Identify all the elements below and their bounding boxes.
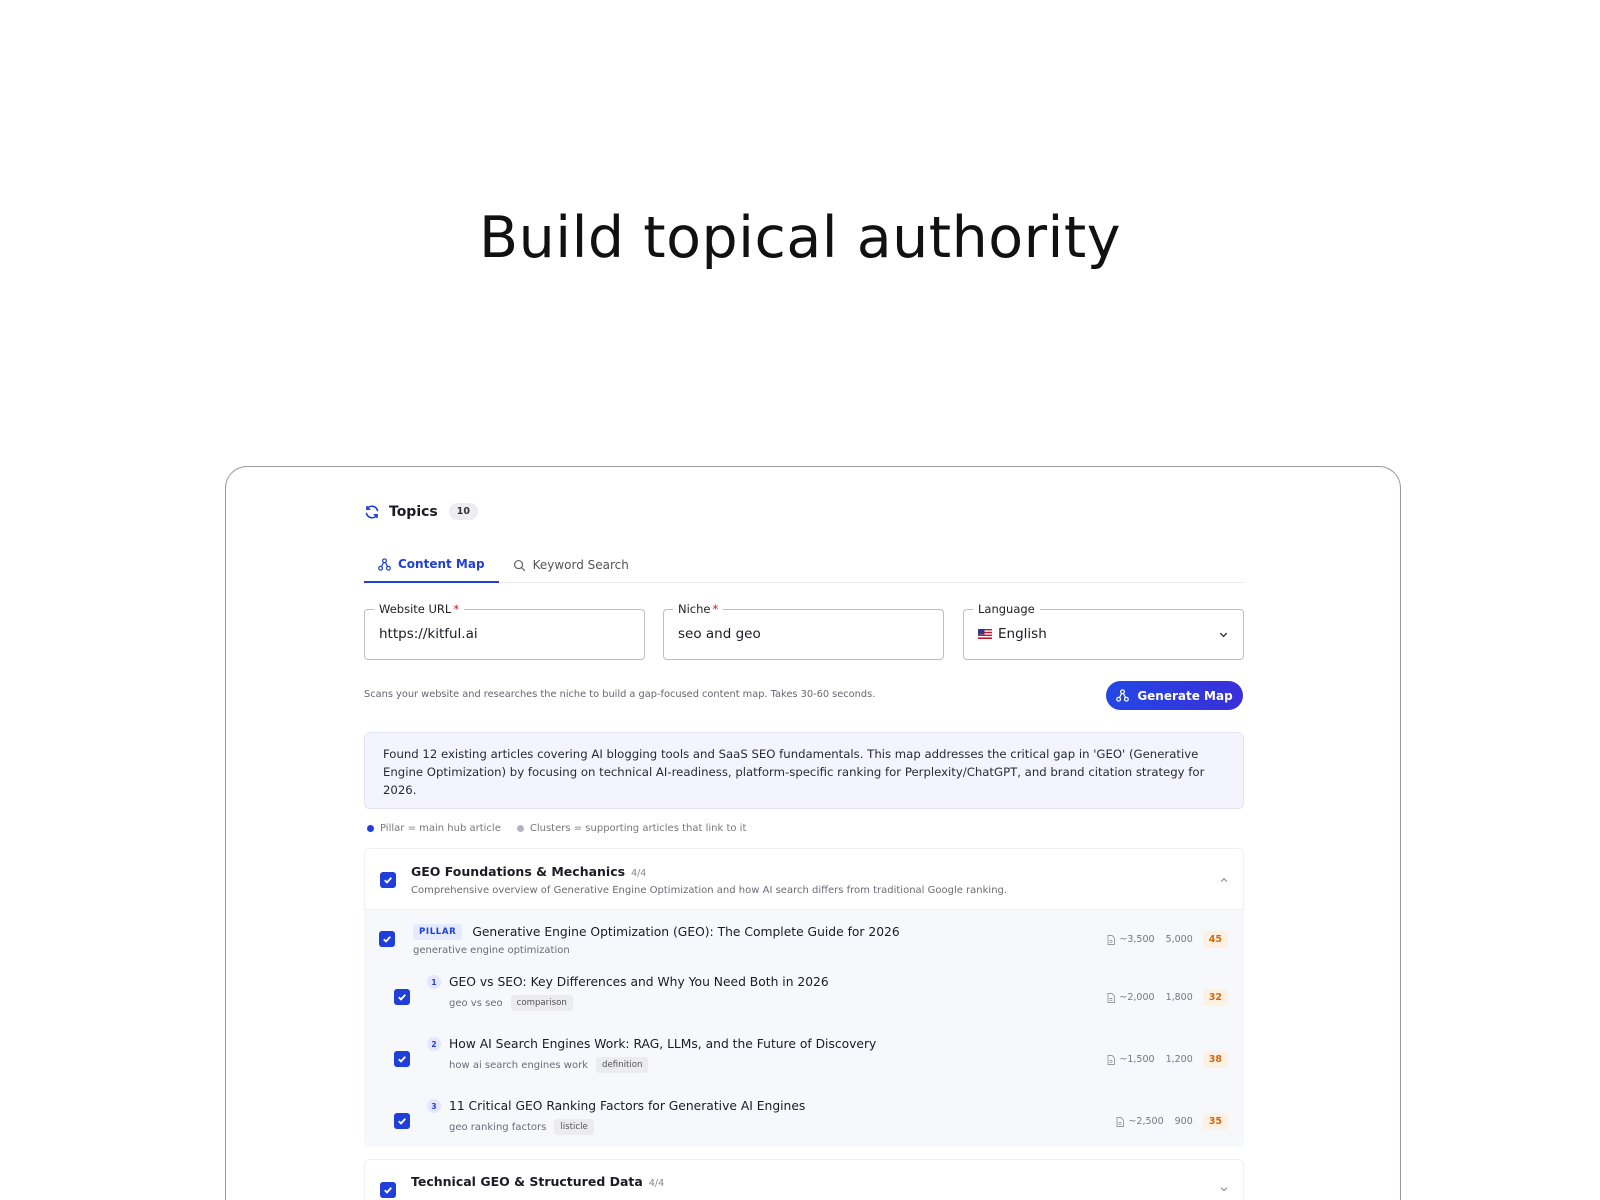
topics-panel: Topics 10 Content Map Keyword Search Web… bbox=[343, 481, 1248, 1200]
search-volume: 1,800 bbox=[1165, 992, 1193, 1003]
generate-map-button[interactable]: Generate Map bbox=[1106, 681, 1243, 710]
pillar-metrics: ~3,500 5,000 45 bbox=[1107, 931, 1228, 948]
cluster-keyword: geo ranking factors listicle bbox=[449, 1119, 594, 1135]
tab-keyword-search[interactable]: Keyword Search bbox=[499, 547, 643, 583]
difficulty-score: 32 bbox=[1202, 989, 1228, 1006]
cluster-title: How AI Search Engines Work: RAG, LLMs, a… bbox=[449, 1037, 877, 1051]
pillar-dot-icon bbox=[367, 825, 374, 832]
group-title: GEO Foundations & Mechanics 4/4 bbox=[411, 864, 647, 879]
sitemap-icon bbox=[1116, 689, 1130, 702]
word-count: ~2,000 bbox=[1119, 992, 1155, 1003]
language-value: English bbox=[978, 626, 1047, 642]
cluster-metrics: ~2,000 1,800 32 bbox=[1107, 989, 1228, 1006]
pillar-tag: PILLAR bbox=[413, 924, 463, 940]
analysis-summary: Found 12 existing articles covering AI b… bbox=[364, 732, 1244, 809]
tab-bar: Content Map Keyword Search bbox=[364, 547, 1244, 583]
article-checkbox[interactable] bbox=[379, 931, 395, 947]
generate-hint: Scans your website and researches the ni… bbox=[364, 689, 876, 700]
search-icon bbox=[513, 559, 525, 571]
topics-count-badge: 10 bbox=[448, 503, 478, 520]
word-count: ~3,500 bbox=[1119, 934, 1155, 945]
check-icon bbox=[398, 994, 406, 1001]
cluster-article-row[interactable]: 3 11 Critical GEO Ranking Factors for Ge… bbox=[364, 1087, 1244, 1147]
document-icon bbox=[1107, 992, 1116, 1003]
tab-content-map-label: Content Map bbox=[398, 557, 485, 571]
legend-pillar: Pillar = main hub article bbox=[367, 823, 501, 834]
word-count: ~2,500 bbox=[1128, 1116, 1164, 1127]
chevron-down-icon[interactable] bbox=[1218, 629, 1229, 640]
group-title: Technical GEO & Structured Data 4/4 bbox=[411, 1174, 665, 1189]
search-volume: 1,200 bbox=[1165, 1054, 1193, 1065]
article-checkbox[interactable] bbox=[394, 989, 410, 1005]
topics-header: Topics 10 bbox=[364, 503, 478, 520]
cluster-title: 11 Critical GEO Ranking Factors for Gene… bbox=[449, 1099, 806, 1113]
cluster-keyword: how ai search engines work definition bbox=[449, 1057, 649, 1073]
chevron-up-icon[interactable] bbox=[1219, 875, 1229, 885]
cluster-metrics: ~2,500 900 35 bbox=[1116, 1113, 1228, 1130]
cluster-dot-icon bbox=[516, 825, 524, 832]
generate-map-label: Generate Map bbox=[1137, 688, 1233, 703]
tab-content-map[interactable]: Content Map bbox=[364, 547, 499, 583]
niche-field[interactable]: Niche * seo and geo bbox=[663, 602, 944, 660]
content-type-tag: listicle bbox=[554, 1119, 594, 1135]
article-checkbox[interactable] bbox=[394, 1051, 410, 1067]
topic-group: GEO Foundations & Mechanics 4/4 Comprehen… bbox=[364, 848, 1244, 1147]
content-type-tag: comparison bbox=[510, 995, 573, 1011]
language-label: Language bbox=[973, 602, 1040, 616]
group-checkbox[interactable] bbox=[380, 872, 396, 888]
pillar-title: PILLAR Generative Engine Optimization (G… bbox=[413, 924, 900, 940]
search-volume: 900 bbox=[1174, 1116, 1193, 1127]
app-window: Topics 10 Content Map Keyword Search Web… bbox=[225, 466, 1401, 1200]
topics-title: Topics bbox=[389, 503, 438, 520]
cluster-title: GEO vs SEO: Key Differences and Why You … bbox=[449, 975, 829, 989]
difficulty-score: 45 bbox=[1202, 931, 1228, 948]
article-list: PILLAR Generative Engine Optimization (G… bbox=[364, 910, 1244, 1147]
legend: Pillar = main hub article Clusters = sup… bbox=[367, 823, 762, 834]
word-count: ~1,500 bbox=[1119, 1054, 1155, 1065]
check-icon bbox=[398, 1056, 406, 1063]
refresh-icon[interactable] bbox=[364, 504, 380, 520]
tab-keyword-search-label: Keyword Search bbox=[532, 558, 629, 572]
pillar-keyword: generative engine optimization bbox=[413, 945, 570, 956]
check-icon bbox=[398, 1118, 406, 1125]
check-icon bbox=[384, 1187, 392, 1194]
topic-group-header[interactable]: GEO Foundations & Mechanics 4/4 Comprehen… bbox=[364, 848, 1244, 910]
language-select[interactable]: Language English bbox=[963, 602, 1244, 660]
content-type-tag: definition bbox=[596, 1057, 649, 1073]
chevron-down-icon[interactable] bbox=[1219, 1184, 1229, 1194]
page-headline: Build topical authority bbox=[479, 205, 1121, 271]
website-url-label: Website URL * bbox=[374, 602, 465, 616]
document-icon bbox=[1107, 934, 1116, 945]
cluster-keyword: geo vs seo comparison bbox=[449, 995, 573, 1011]
cluster-article-row[interactable]: 2 How AI Search Engines Work: RAG, LLMs,… bbox=[364, 1027, 1244, 1087]
niche-input[interactable]: seo and geo bbox=[678, 626, 761, 642]
niche-label: Niche * bbox=[673, 602, 724, 616]
check-icon bbox=[383, 936, 391, 943]
check-icon bbox=[384, 877, 392, 884]
sitemap-icon bbox=[378, 557, 391, 571]
difficulty-score: 35 bbox=[1202, 1113, 1228, 1130]
document-icon bbox=[1107, 1054, 1116, 1065]
us-flag-icon bbox=[978, 629, 992, 639]
article-checkbox[interactable] bbox=[394, 1113, 410, 1129]
cluster-metrics: ~1,500 1,200 38 bbox=[1107, 1051, 1228, 1068]
website-url-field[interactable]: Website URL * https://kitful.ai bbox=[364, 602, 645, 660]
document-icon bbox=[1116, 1116, 1125, 1127]
topic-group: Technical GEO & Structured Data 4/4 bbox=[364, 1159, 1244, 1200]
group-description: Comprehensive overview of Generative Eng… bbox=[411, 885, 1008, 896]
cluster-number: 2 bbox=[427, 1037, 441, 1051]
topic-group-header[interactable]: Technical GEO & Structured Data 4/4 bbox=[364, 1159, 1244, 1200]
difficulty-score: 38 bbox=[1202, 1051, 1228, 1068]
legend-clusters: Clusters = supporting articles that link… bbox=[516, 823, 746, 834]
pillar-article-row[interactable]: PILLAR Generative Engine Optimization (G… bbox=[364, 910, 1244, 967]
cluster-number: 3 bbox=[427, 1099, 441, 1113]
search-volume: 5,000 bbox=[1165, 934, 1193, 945]
group-checkbox[interactable] bbox=[380, 1182, 396, 1198]
website-url-input[interactable]: https://kitful.ai bbox=[379, 626, 478, 642]
cluster-article-row[interactable]: 1 GEO vs SEO: Key Differences and Why Yo… bbox=[364, 967, 1244, 1027]
cluster-number: 1 bbox=[427, 975, 441, 989]
